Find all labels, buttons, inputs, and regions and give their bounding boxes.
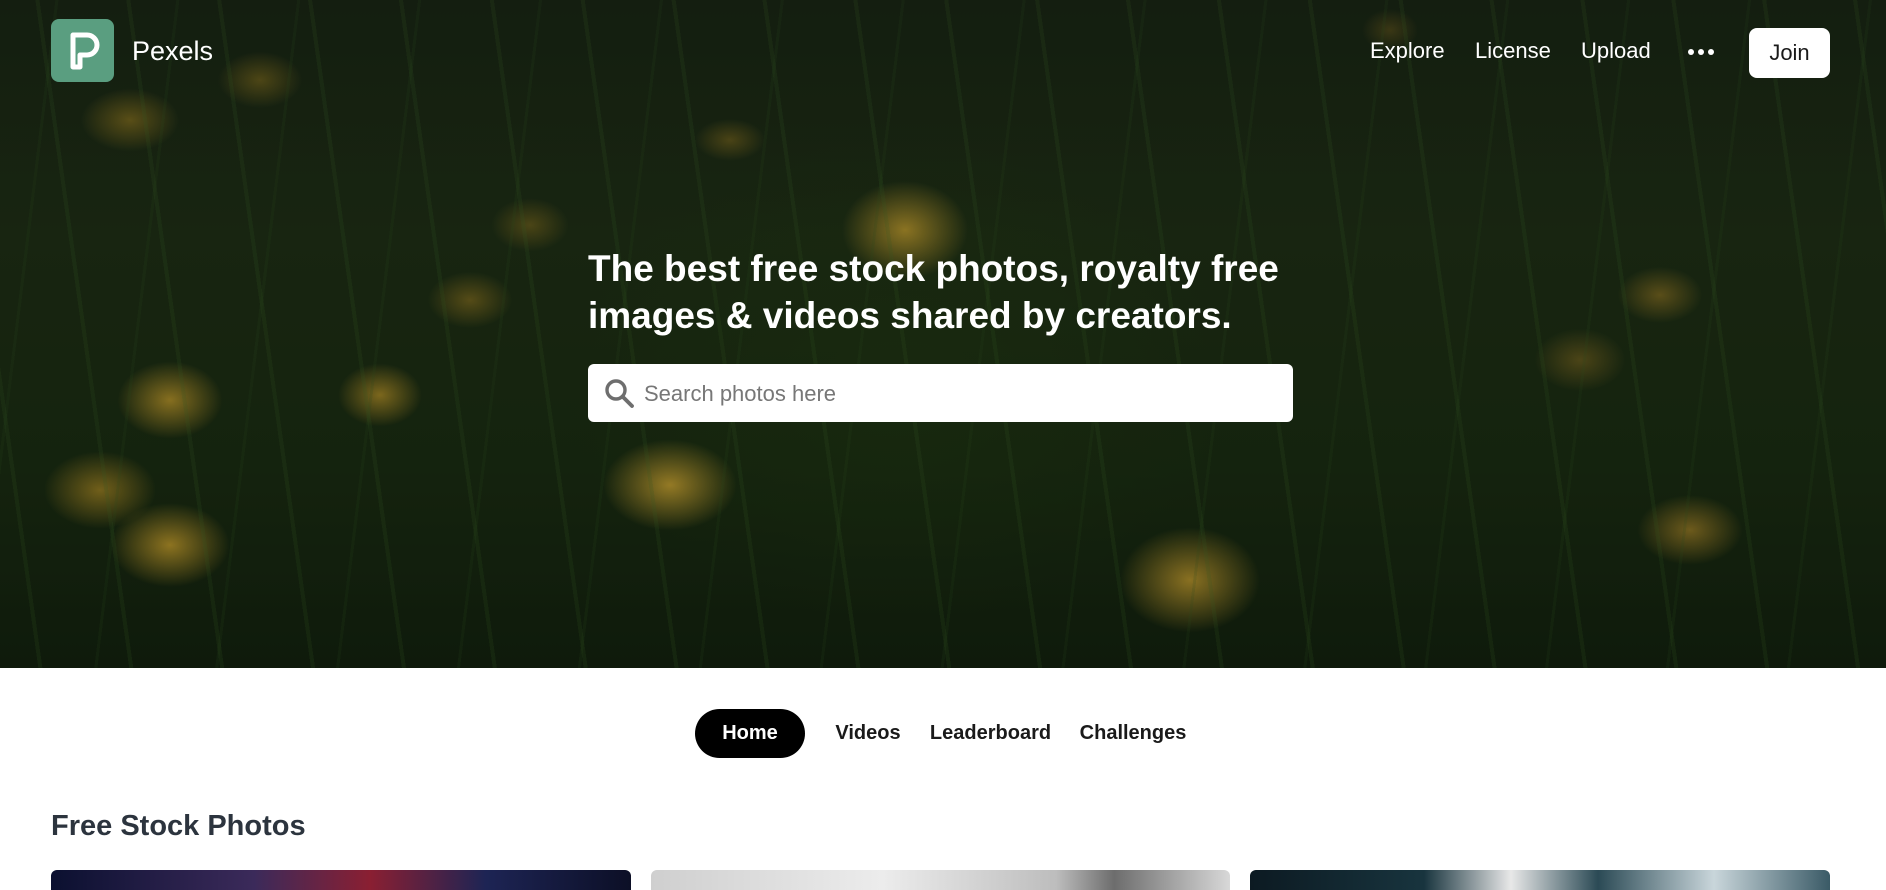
- photo-thumbnail[interactable]: [651, 870, 1230, 890]
- nav-upload[interactable]: Upload: [1581, 38, 1651, 64]
- search-icon: [605, 379, 634, 408]
- hero-banner: Pexels Explore License Upload Join The b…: [0, 0, 1886, 668]
- tab-videos[interactable]: Videos: [834, 709, 902, 758]
- pexels-logo-icon[interactable]: [51, 19, 114, 82]
- nav-explore[interactable]: Explore: [1370, 38, 1445, 64]
- tab-home[interactable]: Home: [695, 709, 805, 758]
- join-button[interactable]: Join: [1749, 28, 1830, 78]
- section-title: Free Stock Photos: [51, 810, 306, 842]
- more-dots-icon[interactable]: [1688, 42, 1714, 60]
- nav-license[interactable]: License: [1475, 38, 1551, 64]
- tab-leaderboard[interactable]: Leaderboard: [930, 709, 1051, 758]
- photo-thumbnail[interactable]: [1250, 870, 1830, 890]
- search-input[interactable]: Search photos here: [588, 364, 1293, 422]
- hero-title: The best free stock photos, royalty free…: [588, 248, 1279, 336]
- brand-name[interactable]: Pexels: [132, 36, 213, 67]
- photo-thumbnail[interactable]: [51, 870, 631, 890]
- search-placeholder: Search photos here: [644, 381, 837, 406]
- tab-challenges[interactable]: Challenges: [1080, 709, 1187, 758]
